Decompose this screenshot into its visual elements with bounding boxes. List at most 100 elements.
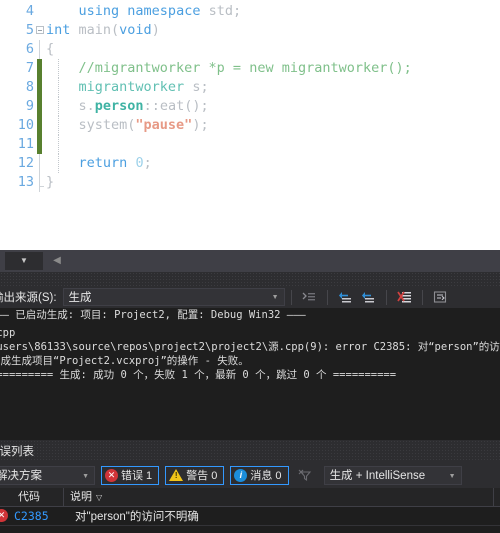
build-filter-combo[interactable]: 生成 + IntelliSense ▼: [323, 465, 462, 485]
info-icon: i: [234, 468, 248, 482]
column-header-code[interactable]: 代码: [12, 488, 64, 506]
code-token: s.: [46, 98, 95, 114]
code-line[interactable]: 8 migrantworker s;: [0, 78, 500, 97]
code-token: );: [192, 117, 209, 133]
output-text-area[interactable]: ——— 已启动生成: 项目: Project2, 配置: Debug Win32…: [0, 308, 500, 440]
output-control-row: 输出来源(S): 生成 ▼: [0, 286, 500, 308]
scope-combo[interactable]: 解决方案 ▼: [0, 465, 95, 485]
code-token: int: [46, 22, 71, 38]
line-number: 11: [17, 136, 34, 152]
output-panel: ▼ ◀ 输出来源(S): 生成 ▼: [0, 250, 500, 440]
error-list-tab-strip[interactable]: 错误列表: [0, 440, 500, 462]
output-line: .cpp: [0, 327, 16, 339]
code-line[interactable]: 6{: [0, 40, 500, 59]
error-list-tab-title: 错误列表: [0, 446, 34, 458]
code-token: }: [46, 174, 55, 190]
code-line[interactable]: 5 int main(void): [0, 21, 500, 40]
change-bar: [37, 135, 42, 154]
code-token: main(: [70, 22, 120, 38]
messages-filter-label: 消息 0: [250, 470, 282, 482]
toolbar-divider: [290, 289, 292, 305]
output-line: \users\86133\source\repos\project2\proje…: [0, 341, 500, 353]
fold-toggle-icon[interactable]: [36, 26, 44, 34]
window-dropdown-icon[interactable]: ▼: [5, 252, 43, 270]
indent-guide: [58, 135, 59, 154]
code-token: ;: [143, 155, 152, 171]
line-number: 4: [25, 3, 34, 19]
code-token: s;: [184, 79, 209, 95]
column-header-description[interactable]: 说明 ▽: [64, 488, 494, 506]
column-header-description-label: 说明: [70, 491, 92, 503]
output-line: ========== 生成: 成功 0 个，失败 1 个，最新 0 个，跳过 0…: [0, 369, 397, 381]
change-bar: [37, 116, 42, 135]
code-line[interactable]: 10 system("pause");: [0, 116, 500, 135]
line-number: 7: [25, 60, 34, 76]
output-source-combo[interactable]: 生成 ▼: [62, 288, 285, 306]
toggle-word-wrap-button[interactable]: [431, 288, 450, 307]
line-number: 13: [17, 174, 34, 190]
line-number: 6: [25, 41, 34, 57]
eraser-icon: [302, 292, 315, 300]
output-line: 完成生成项目“Project2.vcxproj”的操作 - 失败。: [0, 355, 249, 367]
chevron-down-icon: ▼: [448, 472, 456, 480]
fold-guide: [39, 40, 40, 59]
code-text: int main(void): [46, 21, 160, 40]
code-token: std;: [200, 3, 242, 19]
code-token: migrantworker: [78, 79, 185, 95]
warnings-filter-label: 警告 0: [186, 470, 218, 482]
code-text: s.person::eat();: [46, 97, 209, 116]
code-line[interactable]: 13}: [0, 173, 500, 192]
toolbar-divider: [385, 289, 387, 305]
toolbar-divider: [326, 289, 328, 305]
code-token: namespace: [127, 3, 201, 19]
line-number: 8: [25, 79, 34, 95]
clear-all-button[interactable]: [395, 288, 414, 307]
go-to-previous-button[interactable]: [336, 288, 355, 307]
code-token: system(: [46, 117, 136, 133]
error-icon: ✕: [105, 468, 118, 482]
line-number: 9: [25, 98, 34, 114]
table-row[interactable]: ✕ C2385 对"person"的访问不明确: [0, 506, 500, 525]
code-editor[interactable]: 4 using namespace std; 5 int main(void) 6{7…: [0, 0, 500, 250]
go-to-next-button[interactable]: [359, 288, 378, 307]
word-wrap-icon: [433, 290, 446, 303]
output-source-value: 生成: [68, 292, 92, 304]
change-bar: [37, 59, 42, 78]
error-list-panel: 错误列表 解决方案 ▼ ✕ 错误 1 警告 0 i 消息 0: [0, 440, 500, 533]
fold-guide: [39, 173, 44, 192]
chevron-down-icon: ▼: [20, 256, 28, 265]
output-tab-strip[interactable]: ▼ ◀: [0, 250, 500, 272]
code-token: void: [119, 22, 152, 38]
clear-output-button[interactable]: [300, 288, 319, 307]
code-text: {: [46, 40, 54, 59]
error-code: C2385: [14, 508, 49, 523]
build-filter-value: 生成 + IntelliSense: [329, 470, 426, 482]
line-number: 5: [25, 22, 34, 38]
code-line[interactable]: 4 using namespace std;: [0, 2, 500, 21]
output-toolbar-spacer: [0, 272, 500, 286]
warnings-filter-button[interactable]: 警告 0: [165, 465, 225, 485]
clear-all-icon: [396, 291, 411, 302]
sort-descending-icon: ▽: [96, 493, 103, 502]
code-token: ): [151, 22, 160, 38]
code-lines[interactable]: 4 using namespace std; 5 int main(void) 6{7…: [0, 2, 500, 192]
visual-studio-window: 4 using namespace std; 5 int main(void) 6{7…: [0, 0, 500, 533]
code-text: migrantworker s;: [46, 78, 209, 97]
code-token: 0: [135, 155, 144, 171]
output-source-label: 输出来源(S):: [0, 292, 57, 304]
filter-clear-button[interactable]: [296, 466, 315, 485]
error-list-header: 代码 说明 ▽: [0, 488, 500, 507]
code-line[interactable]: 9 s.person::eat();: [0, 97, 500, 116]
code-line[interactable]: 7 //migrantworker *p = new migrantworker…: [0, 59, 500, 78]
code-line[interactable]: 11: [0, 135, 500, 154]
code-text: using namespace std;: [46, 2, 242, 21]
scope-value: 解决方案: [0, 470, 42, 482]
messages-filter-button[interactable]: i 消息 0: [230, 465, 289, 485]
change-bar: [37, 78, 42, 97]
scroll-left-icon[interactable]: ◀: [50, 254, 64, 268]
errors-filter-button[interactable]: ✕ 错误 1: [101, 465, 160, 485]
code-line[interactable]: 12 return 0;: [0, 154, 500, 173]
code-text: //migrantworker *p = new migrantworker()…: [46, 59, 412, 78]
